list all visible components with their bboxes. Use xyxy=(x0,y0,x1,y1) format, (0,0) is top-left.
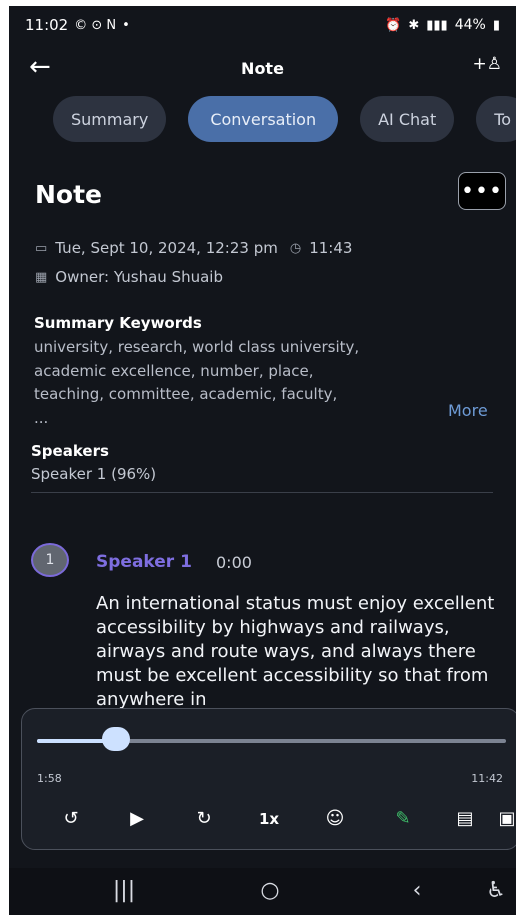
back-arrow-icon[interactable]: ← xyxy=(29,52,51,82)
keywords-more-link[interactable]: More xyxy=(448,401,488,420)
battery-level: 44% xyxy=(454,17,486,33)
top-bar: ← Note +♙ xyxy=(9,44,516,92)
tab-bar: Summary Conversation AI Chat To xyxy=(53,96,516,142)
tab-conversation[interactable]: Conversation xyxy=(188,96,339,142)
app-screen: 11:02 © ⊙ N • ⏰ ✱ ▮▮▮ 44% ▮ ← Note +♙ Su… xyxy=(9,6,516,915)
note-owner-row: ▦ Owner: Yushau Shuaib xyxy=(35,268,223,286)
building-icon: ▦ xyxy=(35,269,48,285)
segment-transcript: An international status must enjoy excel… xyxy=(96,593,495,708)
speaker-avatar[interactable]: 1 xyxy=(31,543,69,577)
playback-speed-button[interactable]: 1x xyxy=(259,809,279,829)
note-date: Tue, Sept 10, 2024, 12:23 pm xyxy=(55,239,278,257)
nav-back-icon[interactable]: ‹ xyxy=(413,878,422,903)
summary-keywords-list: university, research, world class univer… xyxy=(34,336,429,430)
tab-to[interactable]: To xyxy=(476,96,516,142)
speakers-title: Speakers xyxy=(31,442,109,460)
tab-ai-chat[interactable]: AI Chat xyxy=(360,96,455,142)
note-date-row: ▭ Tue, Sept 10, 2024, 12:23 pm ◷ 11:43 xyxy=(35,239,352,257)
image-icon[interactable]: ▣ xyxy=(498,809,515,829)
keywords-line: university, research, world class univer… xyxy=(34,338,360,356)
segment-speaker-name[interactable]: Speaker 1 xyxy=(96,552,192,572)
clock-icon: ◷ xyxy=(289,240,302,256)
calendar-icon: ▭ xyxy=(35,240,48,256)
home-icon[interactable]: ○ xyxy=(260,878,279,903)
status-bar: 11:02 © ⊙ N • ⏰ ✱ ▮▮▮ 44% ▮ xyxy=(9,6,516,44)
highlighter-icon[interactable]: ✎ xyxy=(395,809,410,829)
play-icon[interactable]: ▶ xyxy=(130,809,144,829)
notification-icons: © ⊙ N xyxy=(74,17,117,33)
status-time: 11:02 xyxy=(25,16,69,34)
forward-5-icon[interactable]: ↻ xyxy=(196,809,211,829)
notification-dot: • xyxy=(122,17,130,33)
bluetooth-icon: ✱ xyxy=(408,17,420,33)
recent-apps-icon[interactable]: ||| xyxy=(113,878,135,903)
segment-timestamp[interactable]: 0:00 xyxy=(216,553,252,572)
current-time: 1:58 xyxy=(37,772,62,785)
speakers-summary: Speaker 1 (96%) xyxy=(31,465,157,483)
note-owner: Owner: Yushau Shuaib xyxy=(55,268,223,286)
alarm-icon: ⏰ xyxy=(385,17,402,33)
battery-icon: ▮ xyxy=(492,17,500,33)
rewind-5-icon[interactable]: ↺ xyxy=(63,809,78,829)
keywords-line: ... xyxy=(34,408,49,427)
seek-handle[interactable] xyxy=(101,727,130,751)
note-duration: 11:43 xyxy=(309,239,353,257)
comment-icon[interactable]: ▤ xyxy=(456,809,473,829)
keywords-line: academic excellence, number, place, xyxy=(34,361,314,380)
signal-icon: ▮▮▮ xyxy=(426,17,448,33)
divider xyxy=(31,492,493,493)
tab-summary[interactable]: Summary xyxy=(53,96,167,142)
add-user-icon[interactable]: +♙ xyxy=(473,54,502,74)
summary-keywords-title: Summary Keywords xyxy=(34,314,202,332)
note-heading: Note xyxy=(35,180,103,209)
accessibility-icon[interactable]: ♿ xyxy=(486,878,506,903)
more-options-button[interactable]: ••• xyxy=(458,172,506,210)
page-title: Note xyxy=(241,58,284,78)
keywords-line: teaching, committee, academic, faculty, xyxy=(34,385,338,403)
system-nav-bar: ||| ○ ‹ ♿ xyxy=(9,868,516,915)
audio-player: 1:58 11:42 ↺ ▶ ↻ 1x ☺ ✎ ▤ ▣ xyxy=(21,708,516,850)
emoji-icon[interactable]: ☺ xyxy=(326,809,345,829)
total-time: 11:42 xyxy=(471,772,503,785)
